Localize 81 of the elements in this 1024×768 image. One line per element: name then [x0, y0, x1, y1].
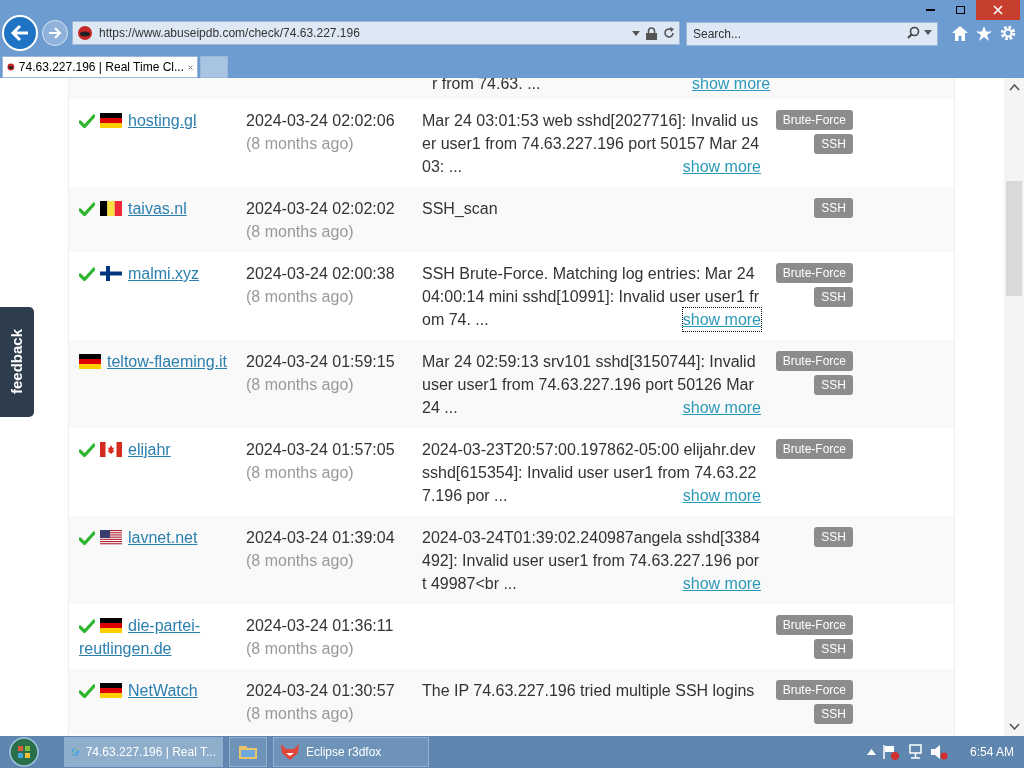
taskbar-button[interactable]: Eclipse r3dfox — [273, 737, 429, 767]
dropdown-icon[interactable] — [924, 30, 932, 35]
category-tag: SSH — [814, 527, 853, 547]
category-tag: SSH — [814, 287, 853, 307]
report-date: 2024-03-24 01:57:05 — [246, 440, 396, 460]
report-age: (8 months ago) — [246, 375, 355, 395]
category-tag: SSH — [814, 134, 853, 154]
show-more-link[interactable]: show more — [692, 78, 771, 95]
scroll-down-icon[interactable] — [1008, 723, 1020, 730]
report-age: (8 months ago) — [246, 463, 355, 483]
report-comment: SSH_scan — [422, 199, 499, 219]
search-icon[interactable] — [907, 26, 920, 39]
settings-icon[interactable] — [1000, 25, 1016, 41]
report-date: 2024-03-24 02:02:06 — [246, 111, 396, 131]
arrow-right-icon — [48, 27, 62, 39]
report-age: (8 months ago) — [246, 222, 355, 242]
show-more-link[interactable]: show more — [682, 572, 761, 595]
category-tag: SSH — [814, 375, 853, 395]
show-more-link[interactable]: show more — [682, 396, 761, 419]
reporter-link[interactable]: hosting.gl — [79, 109, 240, 132]
home-icon[interactable] — [952, 25, 968, 41]
address-bar[interactable]: https://www.abuseipdb.com/check/74.63.227.196 — [72, 21, 680, 45]
reporter-link[interactable]: malmi.xyz — [79, 262, 240, 285]
category-tag: Brute-Force — [775, 110, 853, 130]
back-button[interactable] — [2, 15, 38, 51]
tray-arrow-icon[interactable] — [866, 749, 876, 755]
report-date: 2024-03-24 01:36:11 — [246, 616, 395, 636]
star-icon[interactable] — [976, 25, 992, 41]
category-tag: SSH — [814, 639, 853, 659]
browser-tab[interactable]: 74.63.227.196 | Real Time Cl... — [2, 56, 198, 78]
report-date: 2024-03-24 02:02:02 — [246, 199, 396, 219]
category-tag: SSH — [814, 198, 853, 218]
show-more-link[interactable]: show more — [682, 308, 761, 331]
show-more-link[interactable]: show more — [682, 155, 761, 178]
dropdown-icon[interactable] — [632, 30, 640, 36]
reporter-link[interactable]: elijahr — [79, 438, 240, 461]
scrollbar-thumb[interactable] — [1006, 181, 1022, 296]
report-age: (8 months ago) — [246, 551, 355, 571]
category-tag: Brute-Force — [775, 680, 853, 700]
site-icon — [77, 25, 93, 41]
report-comment: 2024-03-24T01:39:02.240987angela sshd[3384492]: Invalid user user1 from 74.63.227.196 port 49987<br ... show more — [422, 526, 761, 595]
reporter-link[interactable]: taivas.nl — [79, 197, 240, 220]
category-tag: SSH — [814, 704, 853, 724]
scroll-up-icon[interactable] — [1008, 84, 1020, 91]
report-age: (8 months ago) — [246, 134, 355, 154]
reporter-link[interactable]: NetWatch — [79, 679, 240, 702]
report-age: (8 months ago) — [246, 639, 355, 659]
refresh-icon[interactable] — [663, 27, 675, 39]
report-comment: 2024-03-23T20:57:00.197862-05:00 elijahr.dev sshd[615354]: Invalid user user1 from 74.63.227.196 por ... show more — [422, 438, 761, 507]
forward-button[interactable] — [42, 20, 68, 46]
show-more-link[interactable]: show more — [682, 484, 761, 507]
report-date: 2024-03-24 01:30:57 — [246, 681, 396, 701]
report-age: (8 months ago) — [246, 287, 355, 307]
arrow-left-icon — [10, 24, 30, 42]
reporter-link[interactable]: die-partei-reutlingen.de — [79, 614, 240, 660]
reporter-link[interactable]: lavnet.net — [79, 526, 240, 549]
clock[interactable]: 6:54 AM — [969, 743, 1014, 761]
url-text: https://www.abuseipdb.com/check/74.63.227.196 — [99, 25, 361, 42]
report-comment: SSH Brute-Force. Matching log entries: Mar 24 04:00:14 mini sshd[10991]: Invalid user user1 from 74. ... show more — [422, 262, 761, 331]
folder-icon — [238, 743, 258, 761]
fox-icon — [280, 743, 300, 761]
report-comment: The IP 74.63.227.196 tried multiple SSH logins — [422, 681, 756, 701]
category-tag: Brute-Force — [775, 439, 853, 459]
report-date: 2024-03-24 02:00:38 — [246, 264, 396, 284]
search-field[interactable]: Search... — [686, 22, 938, 46]
report-comment: r from 74.63. ... — [432, 78, 542, 94]
flag-icon[interactable] — [881, 744, 900, 760]
report-date: 2024-03-24 01:59:15 — [246, 352, 396, 372]
category-tag: Brute-Force — [775, 351, 853, 371]
volume-icon[interactable] — [929, 744, 948, 760]
taskbar-button[interactable]: 74.63.227.196 | Real T... — [64, 737, 223, 767]
feedback-tab[interactable]: feedback — [0, 307, 34, 417]
report-date: 2024-03-24 01:39:04 — [246, 528, 396, 548]
report-age: (8 months ago) — [246, 704, 355, 724]
category-tag: Brute-Force — [775, 263, 853, 283]
category-tag: Brute-Force — [775, 615, 853, 635]
lock-icon[interactable] — [646, 26, 657, 40]
reporter-link[interactable]: teltow-flaeming.it — [79, 350, 240, 373]
report-comment: Mar 24 02:59:13 srv101 sshd[3150744]: Invalid user user1 from 74.63.227.196 port 50126 Mar 24 ... show more — [422, 350, 761, 419]
scrollbar[interactable] — [1004, 78, 1024, 736]
report-comment: Mar 24 03:01:53 web sshd[2027716]: Invalid user user1 from 74.63.227.196 port 50157 Mar 24 03: ... show more — [422, 109, 761, 178]
